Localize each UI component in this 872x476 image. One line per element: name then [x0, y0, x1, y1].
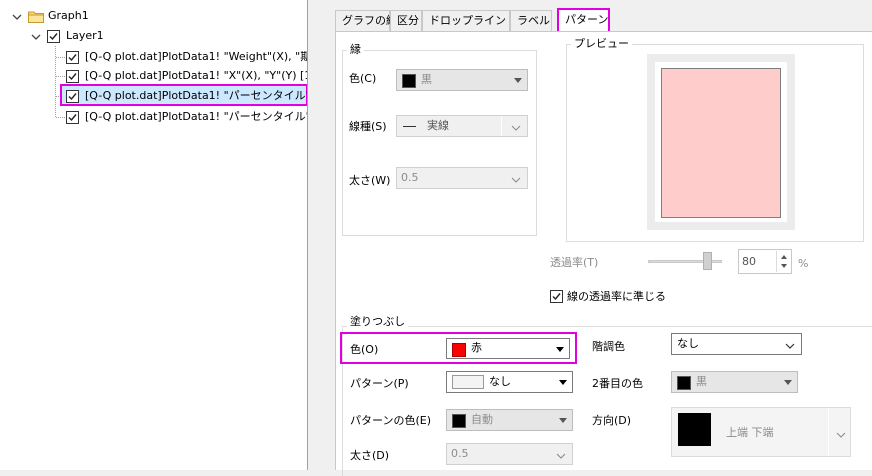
fill-color-value: 赤: [471, 341, 482, 354]
pattern-value: なし: [489, 375, 511, 388]
dropdown-arrow-icon: [514, 78, 522, 83]
plot-checkbox[interactable]: [66, 111, 79, 124]
gradient-label: 階調色: [592, 340, 625, 353]
border-width-value: 0.5: [401, 171, 419, 184]
tree-plot-item[interactable]: [Q-Q plot.dat]PlotData1! "X"(X), "Y"(Y) …: [85, 69, 307, 83]
chevron-down-icon: [836, 429, 846, 442]
fill-color-label: 色(O): [350, 343, 379, 356]
border-width-label: 太さ(W): [349, 174, 391, 187]
pattern-label: パターン(P): [350, 377, 409, 390]
border-color-label: 色(C): [349, 72, 377, 85]
plot-checkbox[interactable]: [66, 51, 79, 64]
pattern-color-value: 自動: [471, 413, 493, 426]
dropdown-arrow-icon: [784, 380, 792, 385]
plot-checkbox[interactable]: [66, 90, 79, 103]
fill-color-combo[interactable]: 赤: [446, 338, 570, 359]
chevron-down-icon[interactable]: [12, 12, 22, 22]
color-swatch: [452, 414, 466, 428]
direction-value: 上端 下端: [726, 426, 774, 439]
percent-unit: %: [798, 257, 809, 270]
tree-connector: [56, 76, 65, 77]
direction-combo[interactable]: 上端 下端: [671, 407, 851, 457]
tree-plot-item[interactable]: [Q-Q plot.dat]PlotData1! "パーセンタイル"(: [85, 110, 307, 124]
chevron-down-icon: [511, 122, 521, 135]
follow-line-transparency-label: 線の透過率に準じる: [567, 290, 666, 303]
chevron-down-icon: [556, 450, 566, 463]
dropdown-arrow-icon: [559, 380, 567, 385]
pattern-width-value: 0.5: [451, 447, 469, 460]
border-color-combo[interactable]: 黒: [396, 69, 528, 91]
transparency-value: 80: [742, 255, 756, 268]
color-swatch: [452, 343, 466, 357]
chevron-down-icon: [785, 340, 795, 353]
spin-buttons[interactable]: [776, 251, 790, 272]
preview-fill-rect: [661, 68, 781, 218]
tree-connector: [56, 117, 65, 118]
second-color-label: 2番目の色: [592, 377, 643, 390]
pattern-sample: [452, 375, 484, 389]
gradient-value: なし: [677, 337, 699, 350]
layer-checkbox[interactable]: [47, 30, 60, 43]
pattern-tab-page: 縁 色(C) 黒 線種(S) 実線 太さ(W) 0.5 プレビュー 透過率(T)…: [335, 31, 872, 476]
pattern-width-combo[interactable]: 0.5: [446, 443, 573, 465]
tree-layer-label[interactable]: Layer1: [66, 29, 104, 43]
tab-graph-line[interactable]: グラフの線: [335, 10, 397, 32]
tab-segment[interactable]: 区分: [390, 10, 422, 32]
chevron-down-icon[interactable]: [31, 32, 41, 42]
border-style-value: 実線: [427, 119, 449, 132]
chevron-down-icon: [511, 174, 521, 187]
second-color-value: 黒: [696, 375, 707, 388]
border-color-value: 黒: [421, 73, 432, 86]
preview-title: プレビュー: [571, 38, 632, 50]
tree-plot-item[interactable]: [Q-Q plot.dat]PlotData1! "Weight"(X), "期…: [85, 50, 307, 64]
plot-tree-panel: Graph1 Layer1 [Q-Q plot.dat]PlotData1! "…: [0, 0, 308, 470]
border-style-combo[interactable]: 実線: [396, 115, 528, 137]
follow-line-transparency-checkbox[interactable]: [550, 290, 563, 303]
pattern-color-combo[interactable]: 自動: [446, 409, 573, 431]
tab-pattern[interactable]: パターン: [557, 8, 610, 33]
transparency-label: 透過率(T): [550, 256, 599, 269]
pattern-combo[interactable]: なし: [446, 371, 573, 393]
tree-root-label[interactable]: Graph1: [48, 9, 89, 23]
dropdown-arrow-icon: [559, 418, 567, 423]
pattern-width-label: 太さ(D): [350, 449, 390, 462]
tab-drop-line[interactable]: ドロップライン: [422, 10, 510, 32]
fill-group-title: 塗りつぶし: [347, 316, 409, 328]
tree-plot-item-selected[interactable]: [Q-Q plot.dat]PlotData1! "パーセンタイル": [85, 89, 307, 103]
second-color-combo[interactable]: 黒: [671, 371, 798, 393]
folder-icon: [28, 10, 44, 23]
line-style-sample: [403, 126, 416, 127]
gradient-combo[interactable]: なし: [671, 333, 802, 355]
color-swatch: [677, 376, 691, 390]
direction-swatch: [678, 413, 711, 446]
border-group-title: 縁: [347, 44, 364, 56]
plot-checkbox[interactable]: [66, 70, 79, 83]
border-style-label: 線種(S): [349, 120, 387, 133]
color-swatch: [402, 74, 416, 88]
transparency-spinbox[interactable]: 80: [738, 249, 792, 274]
border-width-combo[interactable]: 0.5: [396, 167, 528, 189]
transparency-slider-thumb[interactable]: [703, 252, 712, 270]
pattern-color-label: パターンの色(E): [350, 414, 431, 427]
preview-canvas: [647, 54, 795, 230]
tab-label[interactable]: ラベル: [510, 10, 552, 32]
dropdown-arrow-icon: [556, 347, 564, 352]
direction-label: 方向(D): [592, 414, 632, 427]
tree-connector: [56, 57, 65, 58]
